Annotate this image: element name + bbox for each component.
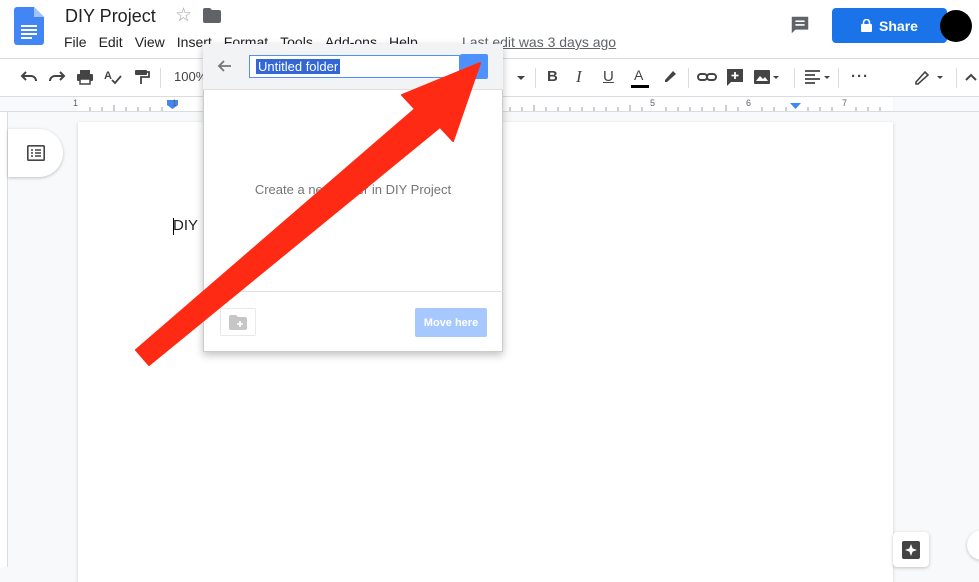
redo-icon[interactable] bbox=[48, 66, 66, 88]
folder-name-selection: Untitled folder bbox=[256, 59, 341, 74]
link-icon[interactable] bbox=[697, 66, 717, 88]
lock-icon bbox=[861, 19, 873, 32]
paint-format-icon[interactable] bbox=[132, 66, 150, 88]
spellcheck-icon[interactable]: A bbox=[104, 66, 122, 88]
explore-icon bbox=[902, 540, 920, 559]
outline-icon bbox=[26, 145, 45, 161]
dialog-divider bbox=[203, 291, 503, 292]
explore-button[interactable] bbox=[893, 532, 929, 567]
menu-edit[interactable]: Edit bbox=[99, 34, 123, 50]
italic-icon[interactable]: I bbox=[576, 66, 582, 88]
vertical-ruler bbox=[0, 112, 8, 567]
document-title[interactable]: DIY Project bbox=[65, 6, 156, 27]
svg-text:A: A bbox=[634, 67, 644, 83]
dialog-message: Create a new folder in DIY Project bbox=[254, 182, 452, 197]
toolbar-divider bbox=[535, 68, 536, 88]
confirm-folder-button[interactable] bbox=[460, 54, 488, 79]
account-avatar[interactable] bbox=[940, 10, 972, 42]
add-folder-icon bbox=[229, 314, 247, 330]
highlight-icon[interactable] bbox=[661, 66, 679, 88]
ruler-number: 1 bbox=[172, 98, 178, 108]
document-outline-button[interactable] bbox=[8, 129, 63, 177]
move-to-folder-dialog bbox=[203, 44, 503, 352]
menu-view[interactable]: View bbox=[135, 34, 165, 50]
comment-history-icon[interactable] bbox=[789, 14, 811, 41]
collapse-toolbar-icon[interactable] bbox=[963, 66, 977, 88]
toolbar-divider bbox=[794, 68, 795, 88]
star-icon[interactable]: ☆ bbox=[175, 4, 192, 27]
align-icon[interactable] bbox=[804, 66, 832, 88]
side-panel-toggle[interactable] bbox=[967, 530, 979, 560]
folder-icon[interactable] bbox=[203, 8, 221, 28]
document-body-text[interactable]: DIY bbox=[173, 217, 198, 234]
insert-image-icon[interactable] bbox=[753, 66, 781, 88]
undo-icon[interactable] bbox=[20, 66, 38, 88]
toolbar-divider bbox=[956, 68, 957, 88]
font-size-dropdown-icon[interactable] bbox=[516, 66, 526, 88]
share-button[interactable]: Share bbox=[832, 8, 947, 43]
more-icon[interactable]: ··· bbox=[851, 66, 869, 88]
back-arrow-icon[interactable] bbox=[216, 57, 234, 80]
toolbar-divider bbox=[838, 68, 839, 88]
ruler-number: 5 bbox=[650, 98, 656, 108]
insert-comment-icon[interactable] bbox=[726, 66, 744, 88]
toolbar-divider bbox=[688, 68, 689, 88]
new-folder-button[interactable] bbox=[220, 308, 256, 336]
text-color-icon[interactable]: A bbox=[631, 66, 649, 90]
ruler-number: 7 bbox=[842, 98, 848, 108]
ruler-number: 6 bbox=[746, 98, 752, 108]
ruler-number: 1 bbox=[73, 98, 79, 108]
share-label: Share bbox=[879, 17, 918, 34]
svg-text:A: A bbox=[104, 70, 112, 82]
menu-file[interactable]: File bbox=[64, 34, 87, 50]
print-icon[interactable] bbox=[76, 66, 94, 88]
text-cursor bbox=[173, 218, 174, 235]
editing-mode-icon[interactable] bbox=[913, 66, 947, 88]
docs-logo-icon[interactable] bbox=[14, 7, 44, 45]
toolbar-divider bbox=[160, 68, 161, 88]
bold-icon[interactable]: B bbox=[547, 66, 558, 88]
move-here-button[interactable]: Move here bbox=[415, 308, 487, 337]
underline-icon[interactable]: U bbox=[603, 66, 614, 88]
checkmark-icon bbox=[468, 62, 480, 72]
